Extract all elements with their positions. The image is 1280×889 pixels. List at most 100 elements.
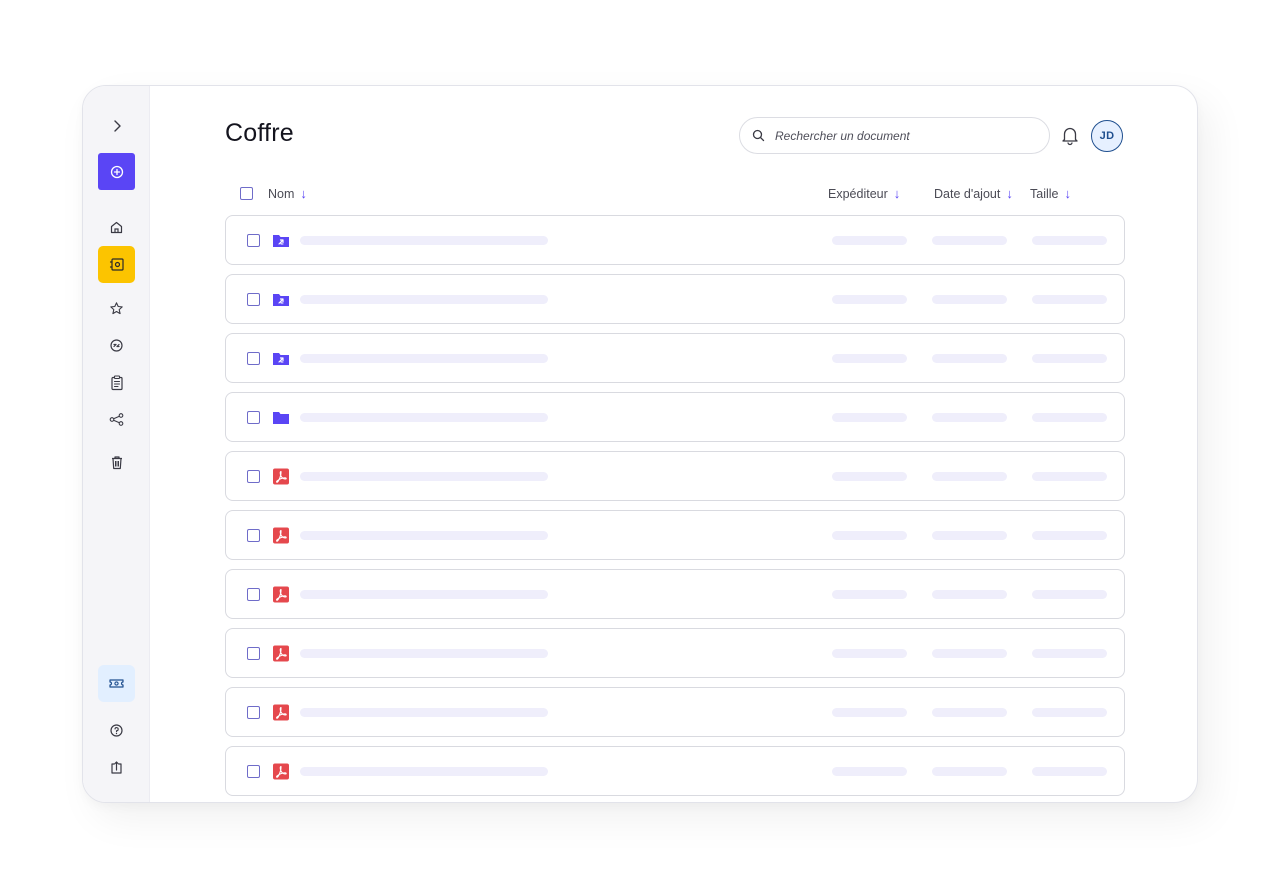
name-placeholder xyxy=(300,413,548,422)
share-icon xyxy=(109,413,124,426)
column-header-sender[interactable]: Expéditeur ↓ xyxy=(828,186,900,201)
select-all-checkbox[interactable] xyxy=(240,187,253,200)
row-checkbox[interactable] xyxy=(247,352,260,365)
name-placeholder xyxy=(300,590,548,599)
sidebar-item-share[interactable] xyxy=(98,401,135,438)
table-row[interactable] xyxy=(225,215,1125,265)
column-header-date-added[interactable]: Date d'ajout ↓ xyxy=(934,186,1013,201)
sidebar-item-clipboard[interactable] xyxy=(98,364,135,401)
sender-placeholder xyxy=(832,295,907,304)
table-row[interactable] xyxy=(225,569,1125,619)
table-row[interactable] xyxy=(225,451,1125,501)
date-placeholder xyxy=(932,354,1007,363)
sidebar-item-favorites[interactable] xyxy=(98,290,135,327)
size-placeholder xyxy=(1032,708,1107,717)
sidebar xyxy=(83,86,150,802)
star-icon xyxy=(110,302,123,315)
date-placeholder xyxy=(932,767,1007,776)
row-checkbox[interactable] xyxy=(247,647,260,660)
app-window: Coffre JD Nom↓ Expéditeur↓ Date d'ajout↓… xyxy=(82,85,1198,803)
date-placeholder xyxy=(932,472,1007,481)
table-header: Nom ↓ Expéditeur ↓ Date d'ajout ↓ Taille ↓ xyxy=(225,184,1125,204)
expand-sidebar-button[interactable] xyxy=(98,107,135,144)
sender-placeholder xyxy=(832,590,907,599)
search-bar[interactable] xyxy=(739,117,1050,154)
pdf-file-icon xyxy=(273,586,289,603)
sync-icon xyxy=(110,339,123,352)
name-placeholder xyxy=(300,354,548,363)
sidebar-item-logout[interactable] xyxy=(98,749,135,786)
sender-placeholder xyxy=(832,472,907,481)
pdf-file-icon xyxy=(273,468,289,485)
row-checkbox[interactable] xyxy=(247,293,260,306)
sender-placeholder xyxy=(832,413,907,422)
shared-folder-icon xyxy=(273,235,289,247)
logout-icon xyxy=(111,761,122,774)
name-placeholder xyxy=(300,649,548,658)
sender-placeholder xyxy=(832,708,907,717)
date-placeholder xyxy=(932,708,1007,717)
name-placeholder xyxy=(300,708,548,717)
pdf-file-icon xyxy=(273,763,289,780)
sender-placeholder xyxy=(832,767,907,776)
sender-placeholder xyxy=(832,531,907,540)
table-row[interactable] xyxy=(225,687,1125,737)
user-avatar[interactable]: JD xyxy=(1091,120,1123,152)
row-checkbox[interactable] xyxy=(247,411,260,424)
plus-circle-icon xyxy=(110,165,123,178)
row-checkbox[interactable] xyxy=(247,234,260,247)
date-placeholder xyxy=(932,590,1007,599)
sidebar-item-trash[interactable] xyxy=(98,444,135,481)
row-checkbox[interactable] xyxy=(247,706,260,719)
sidebar-item-vault[interactable] xyxy=(98,246,135,283)
folder-icon xyxy=(273,412,289,424)
ticket-icon xyxy=(109,679,124,688)
table-row[interactable] xyxy=(225,628,1125,678)
row-checkbox[interactable] xyxy=(247,588,260,601)
pdf-file-icon xyxy=(273,704,289,721)
table-row[interactable] xyxy=(225,333,1125,383)
date-placeholder xyxy=(932,413,1007,422)
home-icon xyxy=(110,221,123,234)
sidebar-item-sync[interactable] xyxy=(98,327,135,364)
date-placeholder xyxy=(932,649,1007,658)
size-placeholder xyxy=(1032,236,1107,245)
clipboard-icon xyxy=(110,374,123,390)
name-placeholder xyxy=(300,531,548,540)
name-placeholder xyxy=(300,236,548,245)
help-icon xyxy=(110,724,123,737)
size-placeholder xyxy=(1032,413,1107,422)
trash-icon xyxy=(111,456,122,470)
sidebar-item-home[interactable] xyxy=(98,209,135,246)
name-placeholder xyxy=(300,295,548,304)
sort-arrow-icon: ↓ xyxy=(1064,186,1072,201)
pdf-file-icon xyxy=(273,645,289,662)
date-placeholder xyxy=(932,531,1007,540)
sender-placeholder xyxy=(832,236,907,245)
sender-placeholder xyxy=(832,354,907,363)
row-checkbox[interactable] xyxy=(247,765,260,778)
column-header-size[interactable]: Taille ↓ xyxy=(1030,186,1071,201)
shared-folder-icon xyxy=(273,294,289,306)
table-row[interactable] xyxy=(225,274,1125,324)
sidebar-item-help[interactable] xyxy=(98,712,135,749)
row-checkbox[interactable] xyxy=(247,470,260,483)
table-row[interactable] xyxy=(225,746,1125,796)
name-placeholder xyxy=(300,767,548,776)
notification-bell-icon[interactable] xyxy=(1059,124,1081,146)
size-placeholder xyxy=(1032,590,1107,599)
table-row[interactable] xyxy=(225,510,1125,560)
row-checkbox[interactable] xyxy=(247,529,260,542)
search-input[interactable] xyxy=(775,128,1025,143)
sort-arrow-icon: ↓ xyxy=(300,186,307,201)
size-placeholder xyxy=(1032,767,1107,776)
add-document-button[interactable] xyxy=(98,153,135,190)
column-header-name[interactable]: Nom ↓ xyxy=(268,186,307,201)
size-placeholder xyxy=(1032,295,1107,304)
pdf-file-icon xyxy=(273,527,289,544)
table-row[interactable] xyxy=(225,392,1125,442)
sort-arrow-icon: ↓ xyxy=(893,186,901,201)
sidebar-item-ticket[interactable] xyxy=(98,665,135,702)
chevron-right-icon xyxy=(113,119,121,132)
date-placeholder xyxy=(932,236,1007,245)
